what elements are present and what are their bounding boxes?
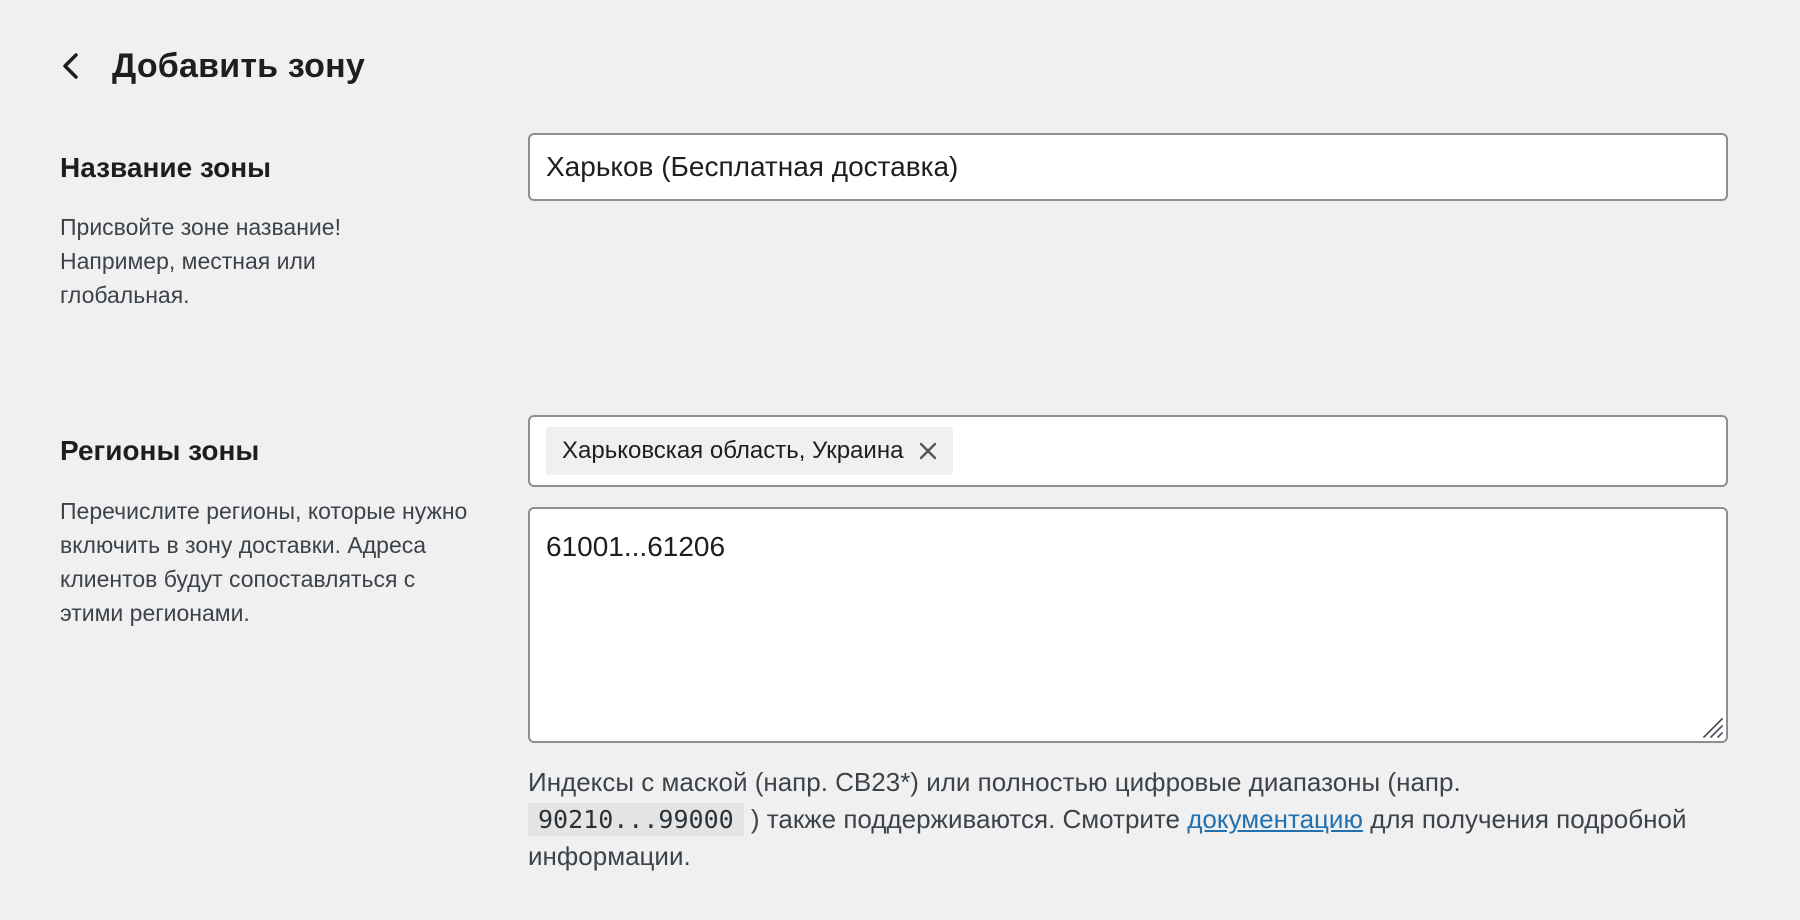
regions-select[interactable]: Харьковская область, Украина [528, 415, 1728, 487]
page-title: Добавить зону [112, 46, 365, 85]
postcodes-help-text: Индексы с маской (напр. CB23*) или полно… [528, 764, 1748, 875]
page-header: Добавить зону [60, 44, 365, 88]
close-icon [920, 442, 937, 460]
region-chip: Харьковская область, Украина [546, 427, 954, 475]
chevron-left-icon [63, 53, 78, 79]
zone-name-input[interactable] [528, 133, 1728, 201]
zone-regions-title: Регионы зоны [60, 435, 260, 466]
postcodes-textarea[interactable]: 61001...61206 [528, 507, 1728, 743]
region-chip-remove-button[interactable] [917, 440, 939, 462]
help-code-example: 90210...99000 [528, 803, 744, 836]
help-text-part2: ) также поддерживаются. Смотрите [750, 804, 1181, 834]
zone-name-title: Название зоны [60, 152, 272, 183]
resize-handle-icon[interactable] [1700, 715, 1724, 739]
back-button[interactable] [60, 44, 100, 88]
help-text-part1: Индексы с маской (напр. CB23*) или полно… [528, 767, 1461, 797]
documentation-link[interactable]: документацию [1187, 804, 1363, 834]
zone-name-description: Присвойте зоне название! Например, местн… [60, 214, 341, 308]
zone-regions-description: Перечислите регионы, которые нужно включ… [60, 498, 468, 626]
region-chip-label: Харьковская область, Украина [562, 437, 904, 464]
